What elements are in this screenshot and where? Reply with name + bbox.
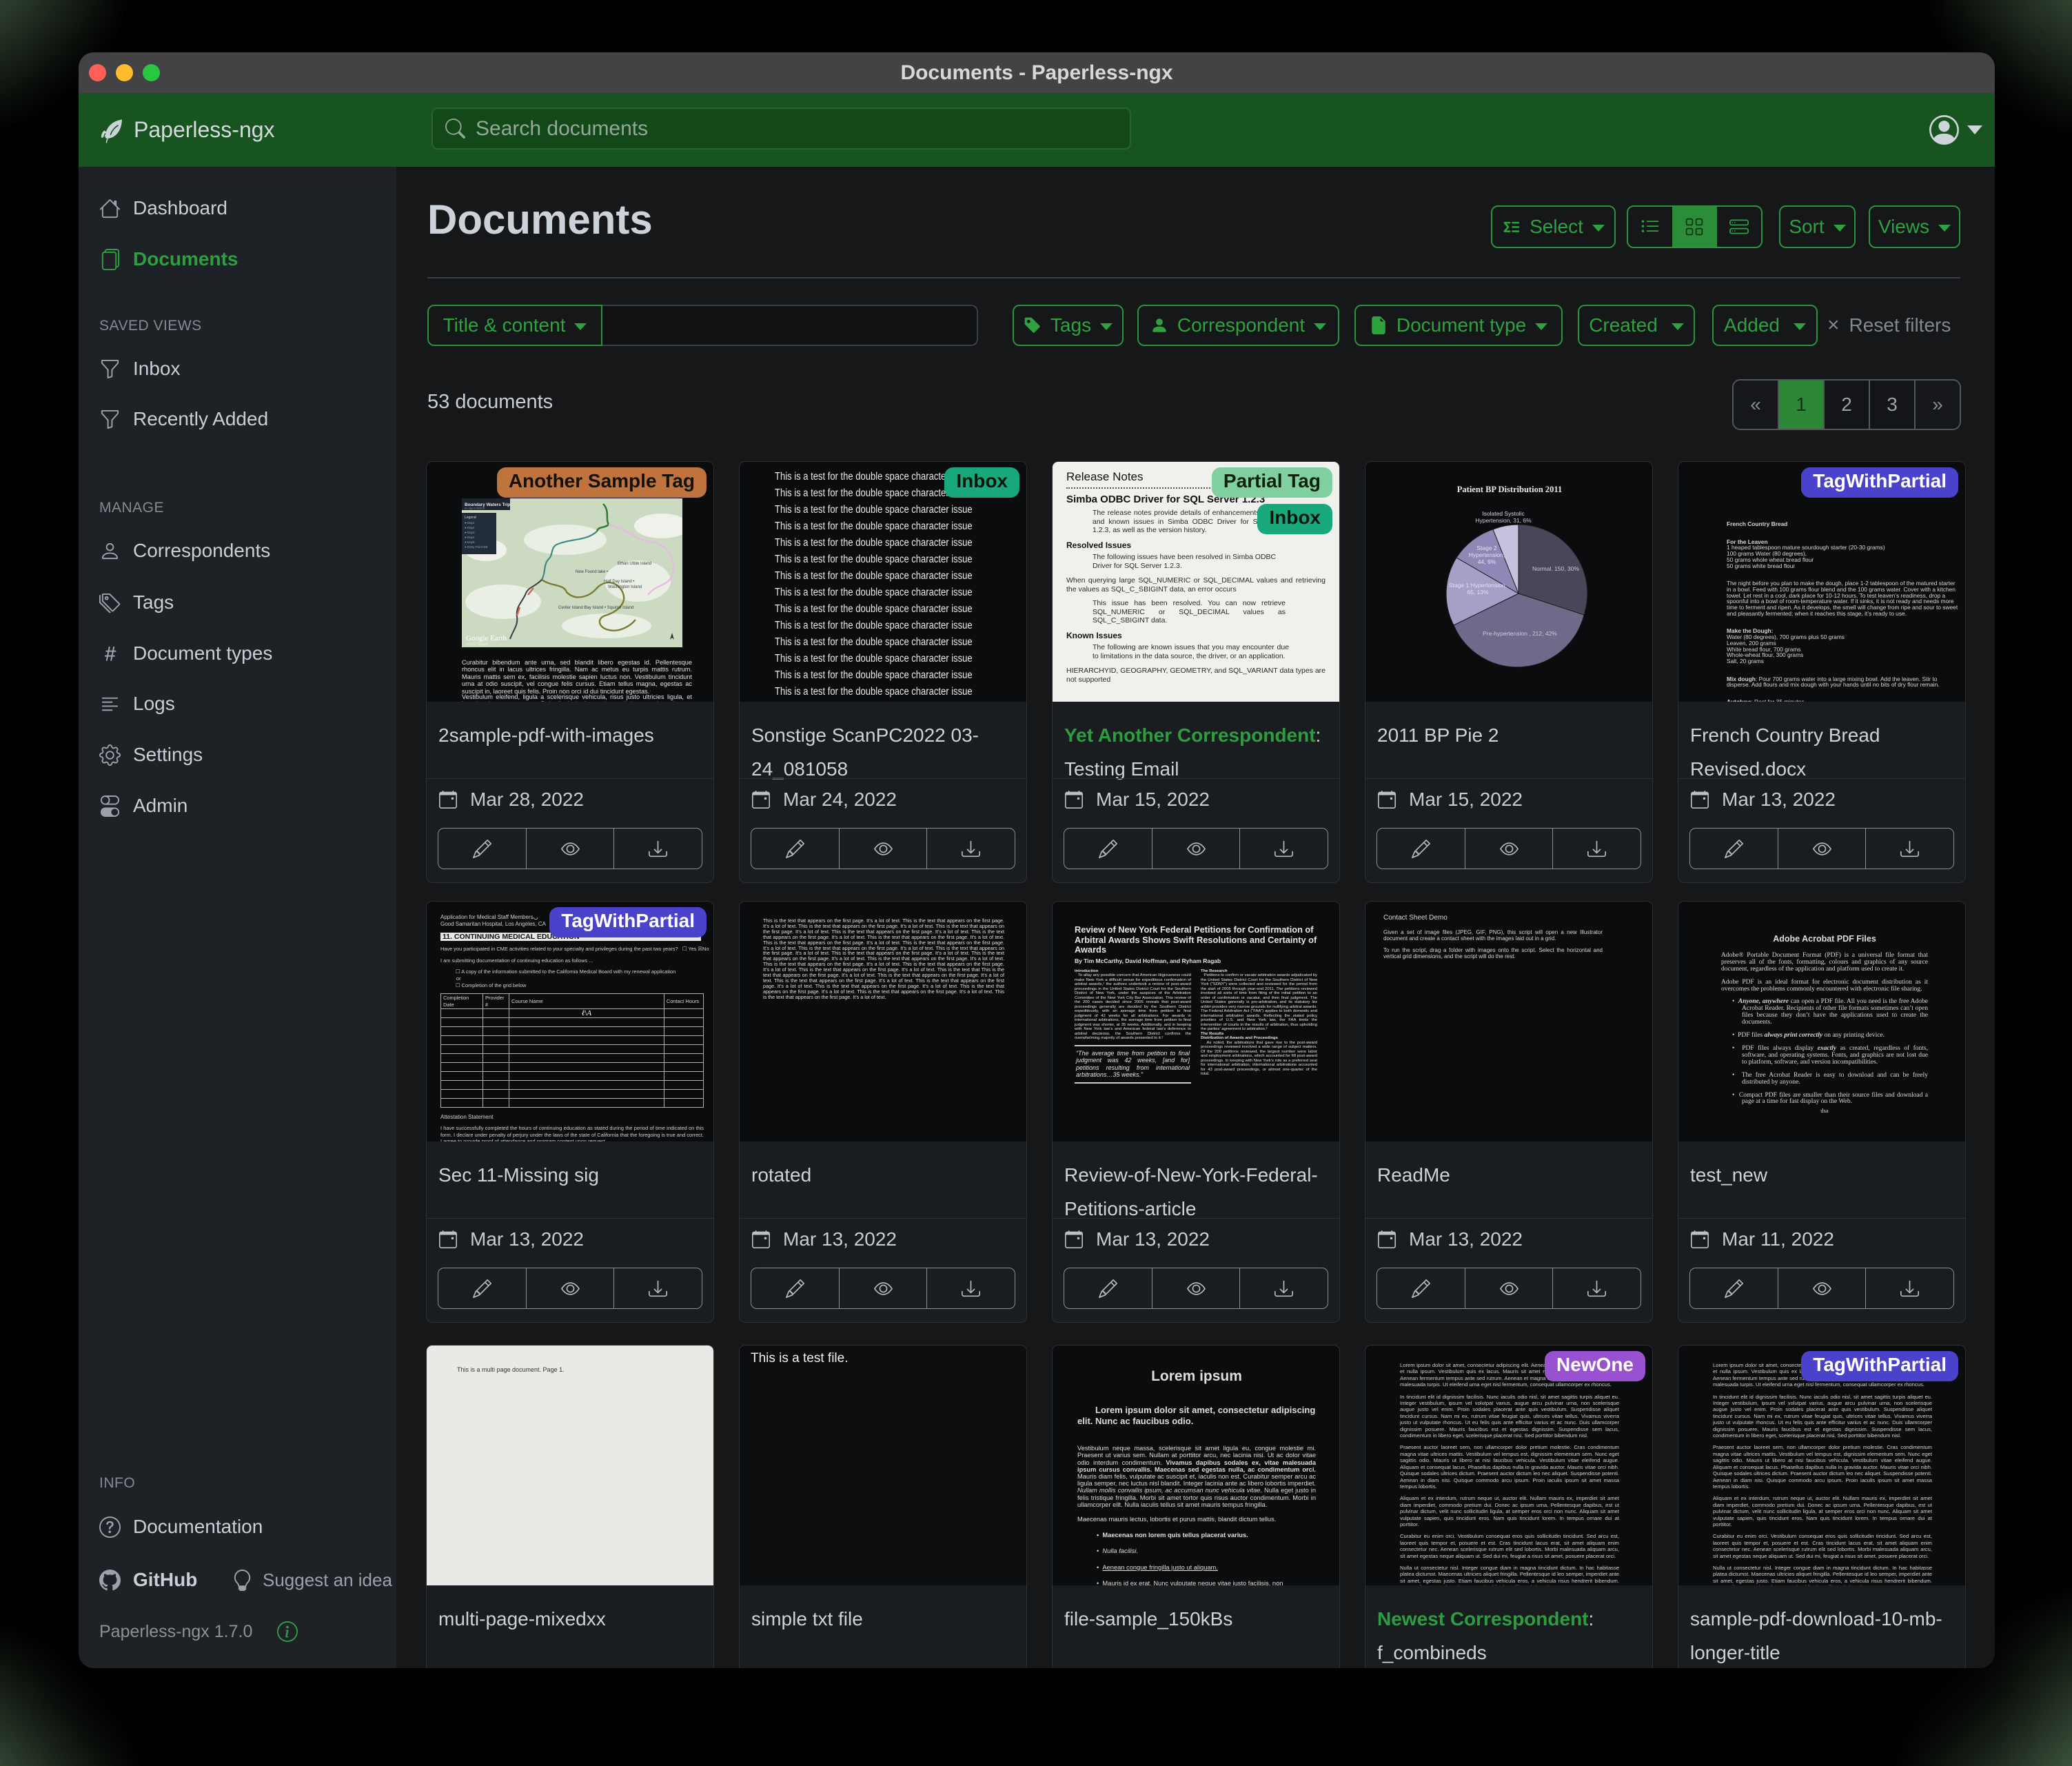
svg-text:New Found lake •: New Found lake • xyxy=(576,570,608,574)
svg-text:Hypertension, 31, 6%: Hypertension, 31, 6% xyxy=(1475,517,1532,524)
svg-text:● Day4: ● Day4 xyxy=(465,536,475,539)
svg-text:65, 13%: 65, 13% xyxy=(1467,589,1489,596)
svg-text:Hypertension,: Hypertension, xyxy=(1469,551,1505,558)
svg-text:Legend: Legend xyxy=(465,516,476,520)
svg-text:Normal. 150, 30%: Normal. 150, 30% xyxy=(1532,565,1579,572)
svg-text:44, 9%: 44, 9% xyxy=(1478,558,1496,565)
svg-text:©2022 Google: ©2022 Google xyxy=(466,642,489,647)
svg-text:Ethan Utble Island: Ethan Utble Island xyxy=(618,562,651,566)
svg-text:Half Day Island •: Half Day Island • xyxy=(604,580,634,584)
svg-text:Google Earth: Google Earth xyxy=(466,634,507,642)
svg-text:Isolated Systolic: Isolated Systolic xyxy=(1482,510,1525,517)
svg-text:● Day1: ● Day1 xyxy=(465,521,475,525)
svg-text:● Day2: ● Day2 xyxy=(465,526,475,529)
svg-text:● Entry Point DB: ● Entry Point DB xyxy=(465,545,487,549)
svg-text:on day in BWCA: on day in BWCA xyxy=(465,507,485,510)
svg-text:Stage 2: Stage 2 xyxy=(1476,545,1497,551)
svg-text:Washington Island: Washington Island xyxy=(608,585,642,589)
svg-text:Stage 1 Hypertension,: Stage 1 Hypertension, xyxy=(1449,582,1507,589)
svg-text:● Day3: ● Day3 xyxy=(465,531,475,534)
svg-text:Pre-hypertension , 212, 42%: Pre-hypertension , 212, 42% xyxy=(1483,630,1557,637)
svg-text:Center Island Bay Island • Squ: Center Island Bay Island • Squirrel Isla… xyxy=(558,606,633,610)
svg-text:Patient BP Distribution 2011: Patient BP Distribution 2011 xyxy=(1457,485,1562,494)
svg-text:● Day5: ● Day5 xyxy=(465,540,475,544)
